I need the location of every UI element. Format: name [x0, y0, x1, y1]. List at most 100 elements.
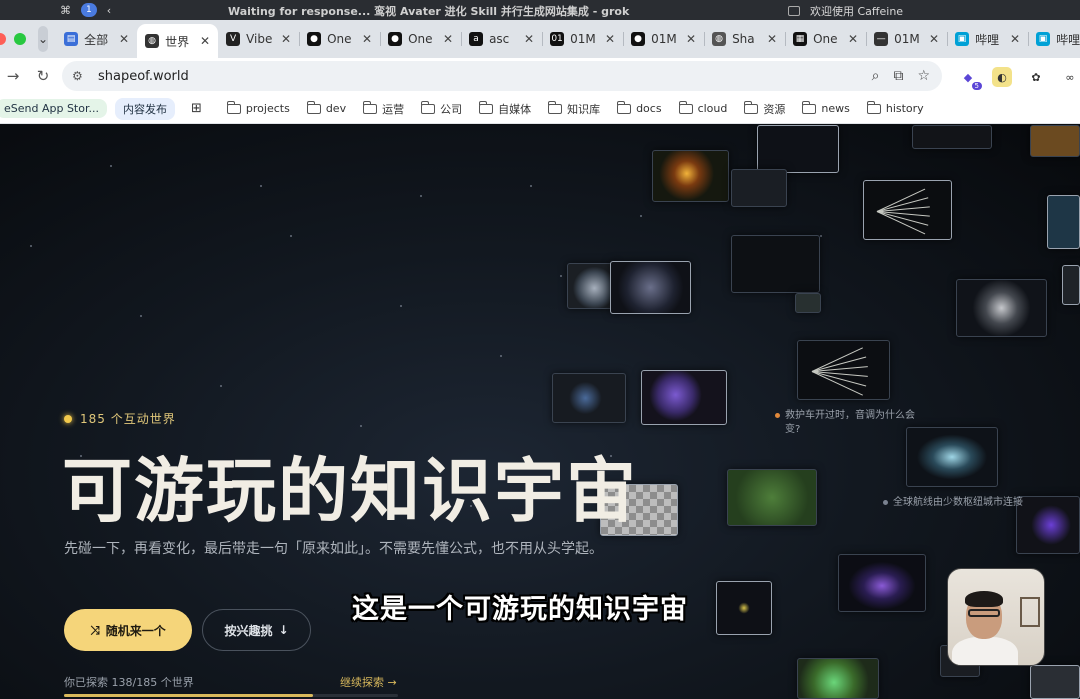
world-thumbnail-card[interactable]: [610, 261, 691, 314]
close-tab-icon[interactable]: ✕: [929, 32, 939, 46]
bookmark-app-store[interactable]: eSend App Stor...: [0, 99, 107, 118]
bookmark-folder-2[interactable]: 运营: [363, 100, 404, 117]
asc-icon: a: [469, 32, 484, 46]
bookmark-folder-8[interactable]: 资源: [744, 100, 785, 117]
world-thumbnail-card[interactable]: [797, 658, 879, 699]
exploration-progress-text: 你已探索 138/185 个世界: [64, 676, 194, 689]
world-thumbnail-card[interactable]: [757, 125, 839, 173]
close-tab-icon[interactable]: ✕: [281, 32, 291, 46]
extension-openai-icon[interactable]: ✿: [1026, 67, 1046, 87]
world-thumbnail-card[interactable]: [795, 293, 821, 313]
floating-world-label-airlines[interactable]: 全球航线由少数枢纽城市连接: [883, 496, 1043, 510]
bookmark-folder-7[interactable]: cloud: [678, 100, 728, 115]
star-dot: [560, 275, 562, 277]
close-tab-icon[interactable]: ✕: [605, 32, 615, 46]
chevron-down-icon: ⌄: [38, 32, 49, 46]
bookmark-folder-1[interactable]: dev: [306, 100, 347, 115]
close-tab-icon[interactable]: ✕: [767, 32, 777, 46]
tab-0[interactable]: ▤ 全部 ✕: [56, 24, 137, 54]
world-thumbnail-card[interactable]: [838, 554, 926, 612]
star-dot: [140, 315, 142, 317]
close-tab-icon[interactable]: ✕: [686, 32, 696, 46]
bookmark-folder-label: cloud: [697, 102, 728, 115]
install-app-icon[interactable]: ⧉: [893, 68, 903, 84]
bilibili-icon: ▣: [955, 32, 970, 46]
tab-11[interactable]: ▣ 哔哩 ✕: [947, 24, 1028, 54]
close-tab-icon[interactable]: ✕: [443, 32, 453, 46]
star-dot: [820, 235, 822, 237]
bookmark-folder-5[interactable]: 知识库: [548, 100, 601, 117]
world-thumbnail-card[interactable]: [731, 235, 820, 293]
bilibili-icon: ▣: [1036, 32, 1051, 46]
world-thumbnail-card[interactable]: [1062, 265, 1080, 305]
tab-12[interactable]: ▣哔哩✕: [1028, 24, 1080, 54]
maximize-window-button[interactable]: [14, 33, 26, 45]
exploration-progress-bar: [64, 694, 398, 697]
close-tab-icon[interactable]: ✕: [1010, 32, 1020, 46]
bookmark-folder-6[interactable]: docs: [617, 100, 662, 115]
close-tab-icon[interactable]: ✕: [848, 32, 858, 46]
extension-gem-icon[interactable]: ◆ 5: [958, 67, 982, 90]
tab-2[interactable]: V Vibe ✕: [218, 24, 299, 54]
close-tab-icon[interactable]: ✕: [200, 34, 210, 48]
continue-exploring-link[interactable]: 继续探索 →: [340, 674, 397, 690]
close-tab-icon[interactable]: ✕: [119, 32, 129, 46]
tab-5[interactable]: a asc ✕: [461, 24, 542, 54]
bookmark-content-publish[interactable]: 内容发布: [114, 97, 175, 120]
world-thumbnail-card[interactable]: [641, 370, 727, 425]
world-thumbnail-card[interactable]: [1047, 195, 1080, 249]
bookmark-folder-label: 知识库: [567, 102, 601, 116]
world-thumbnail-card[interactable]: [552, 373, 626, 423]
extension-link-icon[interactable]: ∞: [1060, 67, 1080, 87]
reload-button[interactable]: ↻: [30, 67, 56, 85]
forward-button[interactable]: →: [0, 67, 26, 85]
world-thumbnail-card[interactable]: [1030, 665, 1080, 699]
bookmark-folder-0[interactable]: projects: [226, 100, 290, 115]
world-thumbnail-card[interactable]: [1030, 125, 1080, 157]
tab-7[interactable]: ● 01M ✕: [623, 24, 704, 54]
tab-title: Sha: [732, 32, 755, 46]
world-thumbnail-card[interactable]: [863, 180, 952, 240]
extension-color-icon[interactable]: ◐: [992, 67, 1012, 87]
star-dot: [360, 425, 362, 427]
bookmark-folder-9[interactable]: news: [802, 100, 850, 115]
tab-1[interactable]: ◍ 世界 ✕: [137, 24, 219, 58]
folder-icon: [802, 100, 817, 114]
world-thumbnail-card[interactable]: [652, 150, 729, 202]
bookmark-star-icon[interactable]: ☆: [917, 68, 930, 84]
zoom-icon[interactable]: ⌕: [872, 68, 880, 84]
site-settings-icon[interactable]: ⚙: [72, 69, 92, 83]
close-tab-icon[interactable]: ✕: [524, 32, 534, 46]
world-thumbnail-card[interactable]: [716, 581, 772, 635]
tab-3[interactable]: ● One ✕: [299, 24, 380, 54]
star-dot: [260, 185, 262, 187]
bookmark-folder-10[interactable]: history: [866, 100, 924, 115]
tab-4[interactable]: ● One ✕: [380, 24, 461, 54]
world-thumbnail-card[interactable]: [727, 469, 817, 526]
browse-by-interest-button[interactable]: 按兴趣挑 ↓: [202, 609, 311, 651]
world-thumbnail-card[interactable]: [731, 169, 787, 207]
status-dot-icon: [64, 414, 72, 423]
bookmark-folder-3[interactable]: 公司: [421, 100, 462, 117]
address-bar[interactable]: ⚙ shapeof.world ⌕ ⧉ ☆: [62, 61, 942, 91]
close-tab-icon[interactable]: ✕: [362, 32, 372, 46]
star-dot: [640, 215, 642, 217]
tab-search-button[interactable]: ⌄: [38, 26, 49, 52]
tab-10[interactable]: — 01M ✕: [866, 24, 947, 54]
url-text[interactable]: shapeof.world: [98, 69, 189, 84]
tab-9[interactable]: ▦ One ✕: [785, 24, 866, 54]
arrow-down-icon: ↓: [278, 623, 289, 637]
tab-8[interactable]: ◍ Sha ✕: [704, 24, 785, 54]
tab-6[interactable]: 01 01M ✕: [542, 24, 623, 54]
world-thumbnail-card[interactable]: [912, 125, 992, 149]
random-world-button[interactable]: ⤨ 随机来一个: [64, 609, 192, 651]
world-thumbnail-card[interactable]: [797, 340, 890, 400]
world-thumbnail-card[interactable]: [956, 279, 1047, 337]
bookmark-folder-4[interactable]: 自媒体: [479, 100, 531, 117]
label-dot: [775, 413, 780, 418]
apps-grid-icon[interactable]: ⊞: [191, 101, 202, 116]
close-window-button[interactable]: [0, 33, 6, 45]
bookmark-folder-label: dev: [325, 102, 347, 115]
finder-icon[interactable]: ⌘: [60, 4, 71, 17]
floating-world-label-doppler[interactable]: 救护车开过时，音调为什么会变?: [775, 409, 925, 437]
